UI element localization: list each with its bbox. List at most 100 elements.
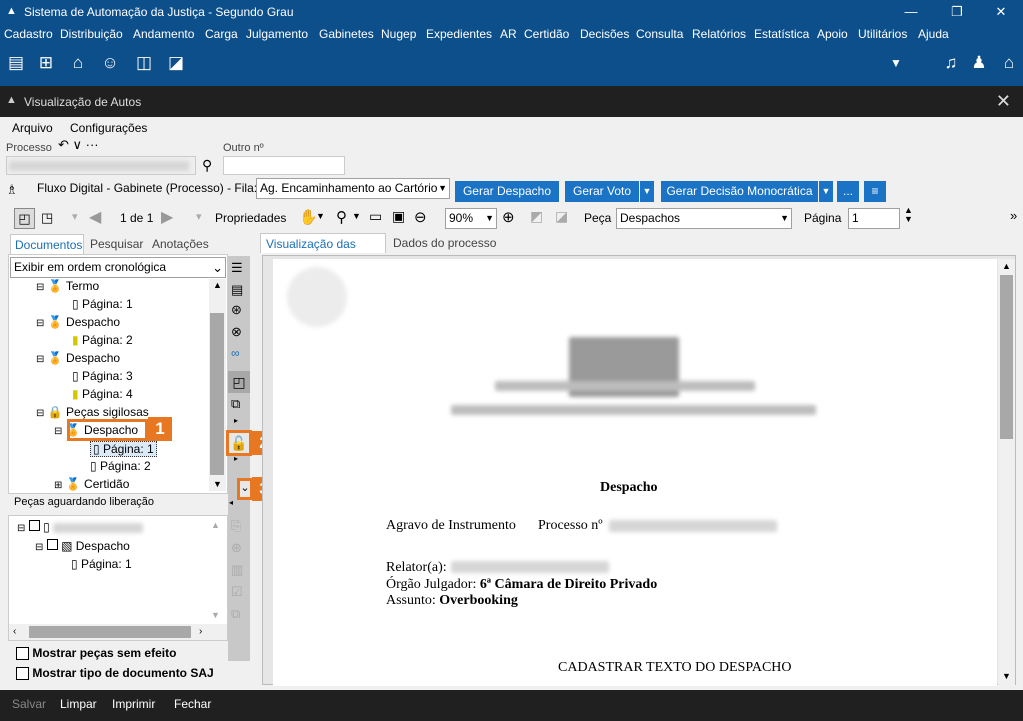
menu-certidao[interactable]: Certidão <box>524 27 569 41</box>
tree-scroll-thumb[interactable] <box>210 313 224 475</box>
note-toggle-icon[interactable]: ◰ <box>228 371 250 393</box>
scroll-down-icon[interactable]: ▼ <box>1002 671 1011 681</box>
check-sem-efeito[interactable]: Mostrar peças sem efeito <box>16 646 176 661</box>
viewer-scroll-thumb[interactable] <box>1000 275 1013 439</box>
tree-item[interactable]: ⊟ 🔒 Peças sigilosas <box>36 405 149 419</box>
pagina-input[interactable]: 1 <box>848 208 900 229</box>
aguardando-root[interactable]: ⊟ ▯ <box>17 520 144 534</box>
scroll-down-icon[interactable]: ▼ <box>213 479 222 489</box>
outro-numero-input[interactable] <box>223 156 345 175</box>
tree-item[interactable]: ▮ Página: 2 <box>72 333 133 347</box>
nav-dropdown-2-icon[interactable]: ▾ <box>196 210 202 223</box>
tab-pesquisar[interactable]: Pesquisar <box>90 237 143 251</box>
zoom-dropdown-icon[interactable]: ▼ <box>352 211 361 221</box>
rotate-left-icon[interactable]: ◩ <box>530 208 543 225</box>
previous-page-icon[interactable]: ◀ <box>89 207 101 227</box>
document-c-icon[interactable]: ◫ <box>132 52 156 74</box>
tree-item-selected[interactable]: ▯ Página: 1 <box>90 441 157 457</box>
tab-documentos[interactable]: Documentos <box>10 234 84 254</box>
tree-item[interactable]: ▯ Página: 3 <box>72 369 133 383</box>
salvar-button[interactable]: Salvar <box>12 697 46 711</box>
pagina-stepper[interactable]: ▲ ▼ <box>904 206 913 224</box>
fit-page-icon[interactable]: ▣ <box>392 208 405 225</box>
checkbox-icon[interactable] <box>16 667 29 681</box>
menu-ar[interactable]: AR <box>500 27 517 41</box>
menu-consulta[interactable]: Consulta <box>636 27 683 41</box>
viewer-scrollbar[interactable]: ▲ ▼ <box>998 259 1015 685</box>
maximize-button[interactable]: ❐ <box>934 1 980 23</box>
hand-dropdown-icon[interactable]: ▼ <box>316 211 325 221</box>
tree-item[interactable]: ▯ Página: 1 <box>72 297 133 311</box>
building-icon[interactable]: ⌂ <box>66 52 90 74</box>
award-add-icon[interactable]: ⊛ <box>231 302 242 318</box>
processo-input[interactable] <box>6 156 196 175</box>
scroll-down-icon[interactable]: ▼ <box>211 610 220 620</box>
lock-button[interactable]: 🔓 <box>226 430 252 456</box>
zoom-out-icon[interactable]: ⊖ <box>414 208 427 226</box>
search-icon[interactable]: ⚲ <box>202 157 212 174</box>
nav-dropdown-icon[interactable]: ▾ <box>72 210 78 223</box>
fit-width-icon[interactable]: ▭ <box>369 208 382 225</box>
history-controls[interactable]: ↶ ∨ ··· <box>58 137 99 153</box>
scroll-up-icon[interactable]: ▲ <box>213 280 222 290</box>
fechar-button[interactable]: Fechar <box>174 697 211 711</box>
note-copy-icon[interactable]: ◳ <box>41 210 53 226</box>
zoom-tool-icon[interactable]: ⚲ <box>336 208 347 226</box>
inner-close-icon[interactable]: ✕ <box>996 91 1011 112</box>
bell-icon[interactable]: ♫ <box>939 52 963 74</box>
hand-tool-icon[interactable]: ✋ <box>299 208 318 226</box>
order-select[interactable]: Exibir em ordem cronológica ⌄ <box>10 257 226 278</box>
stack-icon[interactable]: ▤ <box>231 282 243 298</box>
expand-button[interactable]: ⌄ <box>237 478 253 500</box>
menu-utilitarios[interactable]: Utilitários <box>858 27 907 41</box>
scroll-up-icon[interactable]: ▲ <box>1002 261 1011 271</box>
user-settings-icon[interactable]: ☺ <box>98 52 122 74</box>
tree-item[interactable]: ⊟ 🏅 Despacho <box>36 315 120 329</box>
menu-andamento[interactable]: Andamento <box>133 27 194 41</box>
hierarchy-icon[interactable]: ⊞ <box>34 52 58 74</box>
menu-cadastro[interactable]: Cadastro <box>4 27 53 41</box>
minimize-button[interactable]: — <box>888 1 934 23</box>
tree-scrollbar[interactable]: ▲ ▼ <box>209 279 226 491</box>
tab-anotacoes[interactable]: Anotações <box>152 237 209 251</box>
more-button[interactable]: ... <box>837 181 859 202</box>
menu-decisoes[interactable]: Decisões <box>580 27 629 41</box>
fila-select[interactable]: Ag. Encaminhamento ao Cartório ▼ <box>256 178 450 199</box>
menu-expedientes[interactable]: Expedientes <box>426 27 492 41</box>
rotate-right-icon[interactable]: ◪ <box>555 208 568 225</box>
checkbox-icon[interactable] <box>28 520 40 531</box>
menu-estatistica[interactable]: Estatística <box>754 27 809 41</box>
close-button[interactable]: ✕ <box>978 1 1023 23</box>
split-icon[interactable]: ⧉ <box>231 396 240 412</box>
hscroll-thumb[interactable] <box>29 626 191 638</box>
gerar-voto-dropdown[interactable]: ▼ <box>640 181 654 202</box>
limpar-button[interactable]: Limpar <box>60 697 97 711</box>
menu-ajuda[interactable]: Ajuda <box>918 27 949 41</box>
propriedades-button[interactable]: Propriedades <box>215 211 286 225</box>
peca-select[interactable]: Despachos ▼ <box>616 208 792 229</box>
gerar-despacho-button[interactable]: Gerar Despacho <box>455 181 559 202</box>
imprimir-button[interactable]: Imprimir <box>112 697 155 711</box>
trash-icon[interactable]: ▥ <box>231 562 243 578</box>
tab-visualizacao[interactable]: Visualização das peças <box>260 233 386 265</box>
aguardando-hscrollbar[interactable]: ‹ › <box>9 624 227 640</box>
menu-nugep[interactable]: Nugep <box>381 27 416 41</box>
collapse-left-icon[interactable]: ◂ <box>229 498 233 507</box>
tree-item[interactable]: ▯ Página: 2 <box>90 459 151 473</box>
menu-configuracoes[interactable]: Configurações <box>70 121 147 135</box>
tree-item[interactable]: ⊞ 🏅 Certidão <box>54 477 129 491</box>
zoom-select[interactable]: 90% ▼ <box>445 208 497 229</box>
tree-item[interactable]: ⊟ 🏅 Termo <box>36 279 99 293</box>
gerar-voto-button[interactable]: Gerar Voto <box>565 181 639 202</box>
menu-julgamento[interactable]: Julgamento <box>246 27 308 41</box>
dropdown-toggle-icon[interactable]: ▼ <box>884 52 908 74</box>
checkbox-icon[interactable] <box>46 539 58 550</box>
tree-item[interactable]: ⊟ 🏅 Despacho <box>36 351 120 365</box>
note-icon[interactable]: ◰ <box>14 208 35 229</box>
menu-distribuicao[interactable]: Distribuição <box>60 27 123 41</box>
aguardando-item[interactable]: ⊟ ▧ Despacho <box>35 539 130 553</box>
overflow-icon[interactable]: » <box>1010 208 1017 223</box>
page-add-icon[interactable]: ⎘ <box>231 518 241 534</box>
checkbox-icon[interactable] <box>16 647 29 661</box>
menu-arquivo[interactable]: Arquivo <box>12 121 53 135</box>
